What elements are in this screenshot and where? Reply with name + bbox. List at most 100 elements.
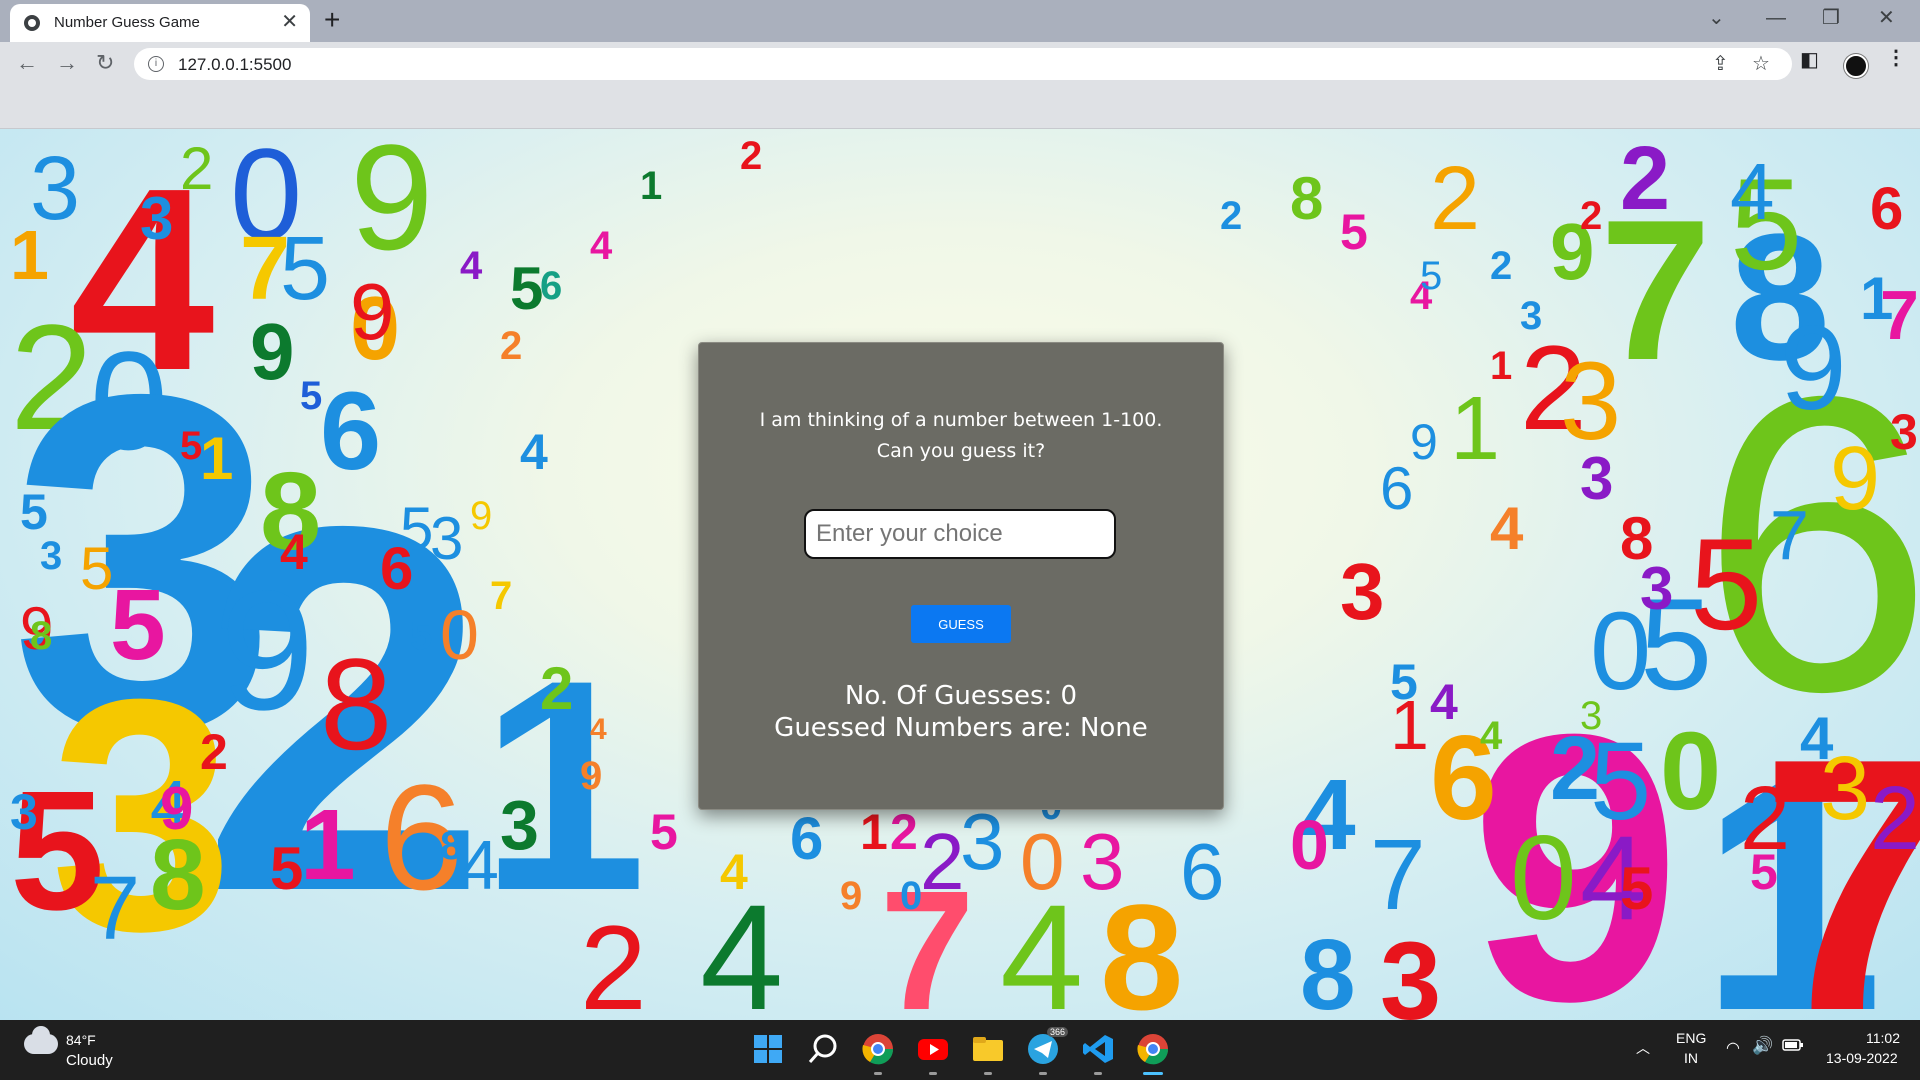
svg-text:1: 1 xyxy=(300,789,356,901)
side-panel-icon[interactable]: ◧ xyxy=(1800,48,1819,72)
browser-tab[interactable]: Number Guess Game ✕ xyxy=(10,4,310,42)
profile-avatar[interactable] xyxy=(1844,54,1868,78)
svg-text:0: 0 xyxy=(1020,817,1065,906)
svg-text:5: 5 xyxy=(80,535,113,602)
svg-text:6: 6 xyxy=(1380,455,1413,522)
svg-text:0: 0 xyxy=(440,596,479,674)
chrome-active-icon[interactable] xyxy=(1135,1031,1171,1075)
svg-text:9: 9 xyxy=(1780,301,1847,435)
tab-title: Number Guess Game xyxy=(54,14,200,31)
svg-text:5: 5 xyxy=(280,219,330,319)
battery-icon[interactable] xyxy=(1782,1038,1804,1055)
close-window-button[interactable]: ✕ xyxy=(1878,6,1895,30)
svg-text:2: 2 xyxy=(1490,244,1512,288)
svg-text:2: 2 xyxy=(500,324,522,368)
svg-text:5: 5 xyxy=(300,374,322,418)
share-icon[interactable]: ⇪ xyxy=(1712,53,1729,75)
svg-text:8: 8 xyxy=(440,824,462,868)
tab-search-icon[interactable]: ⌄ xyxy=(1708,6,1725,30)
svg-text:0: 0 xyxy=(1510,811,1577,945)
telegram-icon[interactable]: 366 xyxy=(1025,1027,1069,1075)
svg-text:6: 6 xyxy=(540,264,562,308)
clock-date[interactable]: 13-09-2022 xyxy=(1826,1050,1898,1066)
svg-text:4: 4 xyxy=(460,826,499,904)
svg-text:4: 4 xyxy=(460,244,483,288)
svg-text:5: 5 xyxy=(400,495,433,562)
svg-text:2: 2 xyxy=(1430,149,1480,249)
prompt-line-1: I am thinking of a number between 1-100. xyxy=(759,409,1163,431)
svg-text:5: 5 xyxy=(650,804,678,860)
svg-text:4: 4 xyxy=(520,424,548,480)
svg-text:1: 1 xyxy=(1450,379,1500,479)
youtube-icon[interactable] xyxy=(915,1031,951,1075)
forward-button[interactable]: → xyxy=(56,50,78,76)
back-button[interactable]: ← xyxy=(16,50,38,76)
minimize-button[interactable]: — xyxy=(1766,6,1786,30)
address-url[interactable]: 127.0.0.1:5500 xyxy=(178,55,291,75)
chrome-icon[interactable] xyxy=(860,1031,896,1075)
windows-start-icon[interactable] xyxy=(750,1031,786,1067)
weather-description[interactable]: Cloudy xyxy=(66,1052,113,1069)
svg-text:2: 2 xyxy=(1580,194,1602,238)
svg-text:7: 7 xyxy=(90,859,140,959)
svg-text:3: 3 xyxy=(40,534,62,578)
svg-text:1: 1 xyxy=(860,804,888,860)
svg-text:2: 2 xyxy=(920,817,965,906)
svg-text:4: 4 xyxy=(1430,674,1458,730)
close-tab-icon[interactable]: ✕ xyxy=(281,10,298,34)
svg-text:5: 5 xyxy=(20,484,48,540)
address-bar[interactable]: i 127.0.0.1:5500 ⇪ ☆ xyxy=(134,48,1792,80)
prompt-line-2: Can you guess it? xyxy=(876,440,1046,462)
guess-input[interactable] xyxy=(804,509,1116,559)
weather-temperature[interactable]: 84°F xyxy=(66,1032,96,1048)
cloud-icon[interactable] xyxy=(24,1026,58,1054)
svg-text:2: 2 xyxy=(1620,129,1670,229)
svg-text:9: 9 xyxy=(580,754,602,798)
svg-text:3: 3 xyxy=(1580,694,1602,738)
restore-button[interactable]: ❐ xyxy=(1822,6,1840,30)
reload-button[interactable]: ↻ xyxy=(96,50,114,76)
new-tab-button[interactable]: + xyxy=(324,6,340,34)
svg-text:1: 1 xyxy=(1390,686,1429,764)
wifi-icon[interactable]: ◠ xyxy=(1726,1038,1740,1058)
svg-text:5: 5 xyxy=(1620,855,1653,922)
language-code[interactable]: ENG xyxy=(1676,1030,1706,1046)
svg-text:8: 8 xyxy=(1290,165,1323,232)
svg-text:7: 7 xyxy=(1880,276,1919,354)
svg-text:2: 2 xyxy=(580,901,647,1020)
bookmark-star-icon[interactable]: ☆ xyxy=(1752,53,1770,75)
svg-text:2: 2 xyxy=(740,134,762,178)
file-explorer-icon[interactable] xyxy=(970,1031,1006,1075)
svg-text:0: 0 xyxy=(1290,806,1329,884)
volume-icon[interactable]: 🔊 xyxy=(1752,1036,1773,1056)
svg-text:3: 3 xyxy=(1520,294,1542,338)
svg-text:3: 3 xyxy=(500,786,539,864)
svg-text:4: 4 xyxy=(1490,495,1524,562)
windows-taskbar: 84°F Cloudy 366 ︿ ENG IN ◠ 🔊 11:02 13-09… xyxy=(0,1020,1920,1080)
svg-text:4: 4 xyxy=(280,524,308,580)
telegram-badge: 366 xyxy=(1047,1027,1069,1037)
svg-text:2: 2 xyxy=(540,655,573,722)
tray-overflow-icon[interactable]: ︿ xyxy=(1636,1038,1650,1058)
svg-text:7: 7 xyxy=(490,574,512,618)
svg-text:8: 8 xyxy=(1620,505,1653,572)
svg-text:2: 2 xyxy=(180,135,213,202)
clock-time[interactable]: 11:02 xyxy=(1866,1030,1900,1046)
svg-text:2: 2 xyxy=(1220,194,1242,238)
svg-text:1: 1 xyxy=(1490,344,1512,388)
guess-button[interactable]: GUESS xyxy=(911,605,1011,643)
vscode-icon[interactable] xyxy=(1080,1031,1116,1075)
svg-text:4: 4 xyxy=(1480,714,1503,758)
svg-text:3: 3 xyxy=(1080,817,1125,906)
browser-menu-icon[interactable]: ⋮ xyxy=(1886,46,1906,70)
region-code[interactable]: IN xyxy=(1684,1050,1698,1066)
browser-tab-strip: Number Guess Game ✕ + ⌄ — ❐ ✕ xyxy=(0,0,1920,42)
svg-text:9: 9 xyxy=(1830,429,1880,529)
search-icon[interactable] xyxy=(805,1031,841,1067)
svg-text:5: 5 xyxy=(1420,254,1442,298)
svg-text:6: 6 xyxy=(790,805,823,872)
svg-text:5: 5 xyxy=(180,424,202,468)
svg-text:9: 9 xyxy=(1410,414,1438,470)
svg-text:8: 8 xyxy=(1300,919,1356,1020)
site-info-icon[interactable]: i xyxy=(148,56,164,72)
